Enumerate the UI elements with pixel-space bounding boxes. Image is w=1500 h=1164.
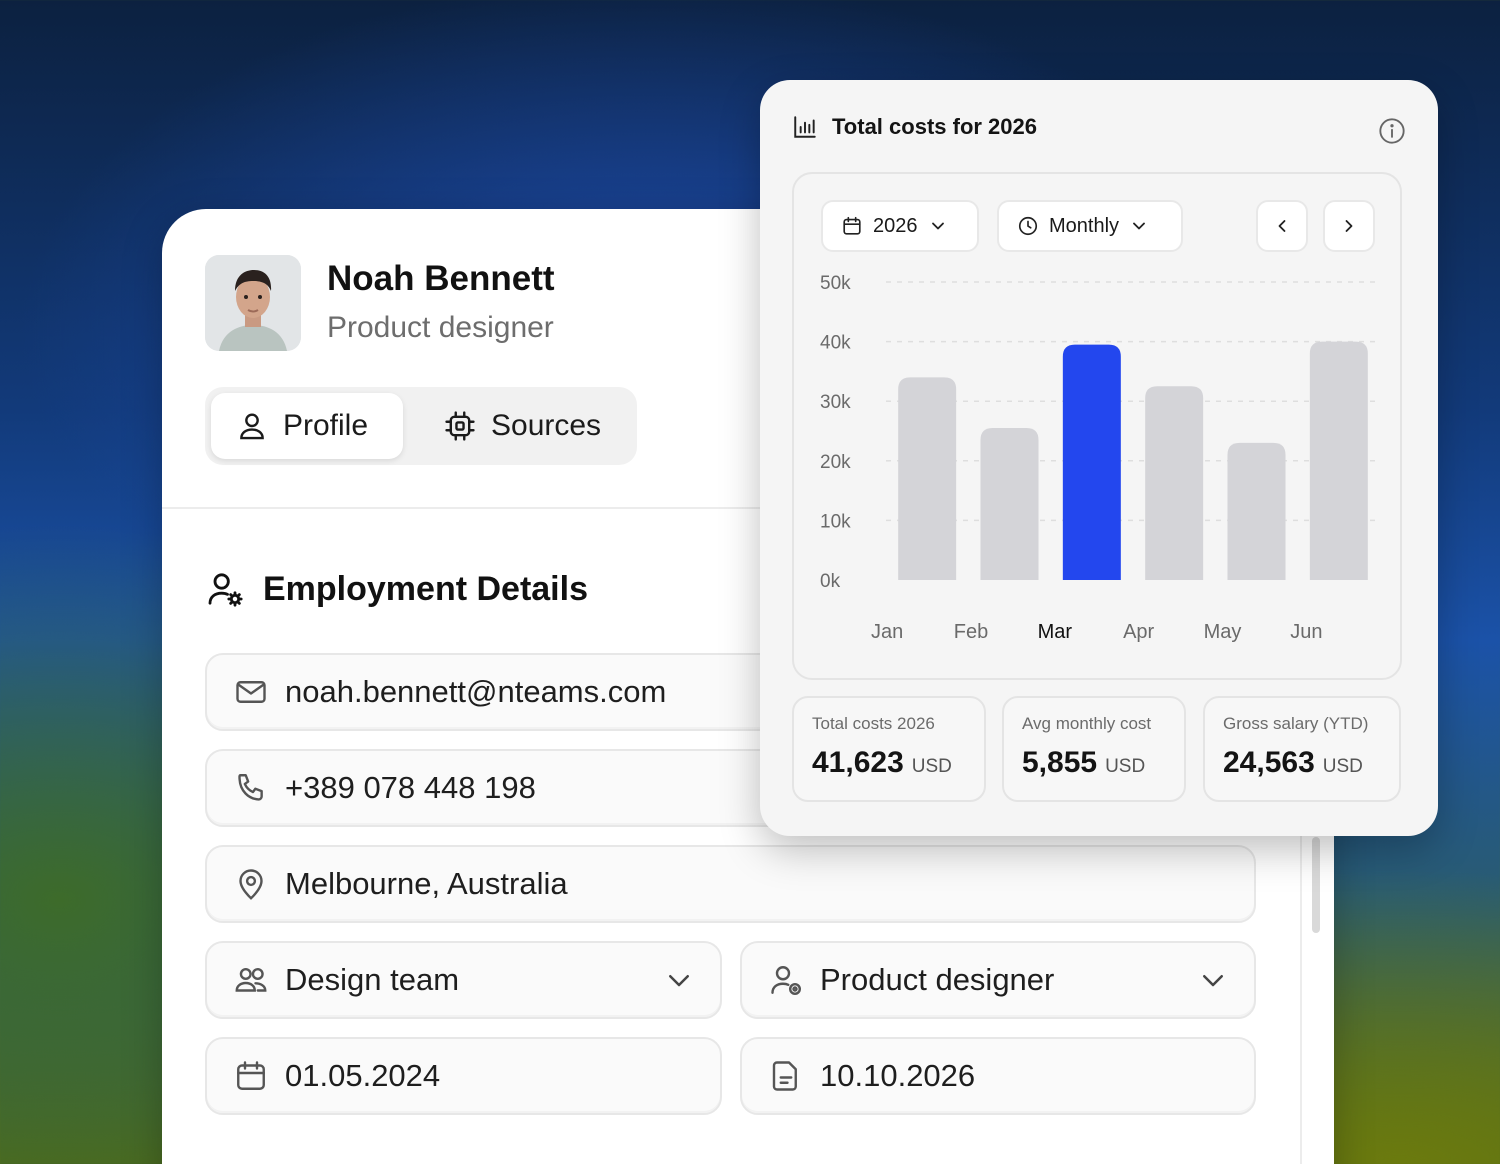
widget-title: Total costs for 2026 — [832, 114, 1037, 139]
stat-gross-salary: Gross salary (YTD) 24,563 USD — [1203, 696, 1401, 802]
period-select-value: Monthly — [1049, 214, 1120, 237]
bar-feb[interactable] — [980, 428, 1039, 580]
clock-icon — [1017, 215, 1039, 237]
location-value: Melbourne, Australia — [285, 866, 568, 901]
stat-label: Total costs 2026 — [812, 714, 935, 733]
chart-panel: 2026 Monthly 50k 40k 30k 20k 10k 0k Jan … — [792, 172, 1402, 680]
chevron-down-icon — [928, 216, 948, 236]
x-tick-label: May — [1204, 621, 1242, 643]
phone-icon — [233, 770, 269, 806]
position-value: Product designer — [820, 962, 1055, 997]
tab-profile[interactable]: Profile — [211, 393, 403, 459]
widget-header: Total costs for 2026 — [792, 114, 1037, 140]
y-tick-label: 40k — [820, 333, 851, 354]
calendar-icon — [841, 215, 863, 237]
stat-avg-monthly: Avg monthly cost 5,855 USD — [1002, 696, 1186, 802]
year-select-value: 2026 — [873, 214, 918, 237]
x-tick-label: Apr — [1123, 621, 1154, 643]
chevron-left-icon — [1272, 216, 1292, 236]
start-date-value: 01.05.2024 — [285, 1058, 441, 1093]
chip-icon — [443, 409, 477, 443]
bar-chart-icon — [792, 114, 818, 140]
team-select[interactable]: Design team — [205, 941, 722, 1019]
bar-mar[interactable] — [1062, 344, 1121, 580]
x-tick-label: Mar — [1038, 621, 1073, 643]
tab-label: Sources — [491, 409, 602, 442]
user-settings-icon — [205, 569, 245, 609]
info-icon[interactable] — [1378, 117, 1406, 145]
profile-name: Noah Bennett — [327, 259, 555, 298]
year-select[interactable]: 2026 — [821, 200, 979, 252]
chevron-right-icon — [1339, 216, 1359, 236]
stat-value: 24,563 USD — [1223, 746, 1381, 780]
team-value: Design team — [285, 962, 460, 997]
stat-value: 41,623 USD — [812, 746, 966, 780]
stat-label: Gross salary (YTD) — [1223, 714, 1369, 733]
cost-bar-chart: 50k 40k 30k 20k 10k 0k Jan Feb Mar Apr May Jun — [820, 273, 1380, 643]
profile-role: Product designer — [327, 311, 554, 344]
x-tick-label: Jun — [1290, 621, 1322, 643]
avatar — [205, 255, 301, 351]
position-select[interactable]: Product designer — [740, 941, 1256, 1019]
costs-widget: Total costs for 2026 2026 Monthly 50k 40… — [760, 80, 1438, 836]
stat-number: 41,623 — [812, 746, 904, 779]
section-title-text: Employment Details — [263, 569, 588, 608]
y-tick-label: 10k — [820, 511, 851, 532]
employment-section-title: Employment Details — [205, 569, 588, 609]
user-settings-icon — [768, 962, 804, 998]
stat-number: 24,563 — [1223, 746, 1315, 779]
stat-number: 5,855 — [1022, 746, 1098, 779]
y-tick-label: 30k — [820, 392, 851, 413]
y-tick-label: 0k — [820, 571, 841, 592]
next-button[interactable] — [1323, 200, 1375, 252]
profile-tabs: Profile Sources — [205, 387, 637, 465]
calendar-icon — [233, 1058, 269, 1094]
end-date-field[interactable]: 10.10.2026 — [740, 1037, 1256, 1115]
bar-jan[interactable] — [898, 377, 957, 580]
stat-unit: USD — [911, 756, 952, 777]
end-date-value: 10.10.2026 — [820, 1058, 976, 1093]
divider — [162, 507, 762, 509]
prev-button[interactable] — [1256, 200, 1308, 252]
location-field[interactable]: Melbourne, Australia — [205, 845, 1256, 923]
mail-icon — [233, 674, 269, 710]
chevron-down-icon — [1198, 965, 1228, 995]
stat-label: Avg monthly cost — [1022, 714, 1152, 733]
bar-may[interactable] — [1227, 442, 1286, 580]
x-tick-label: Feb — [954, 621, 988, 643]
location-pin-icon — [233, 866, 269, 902]
user-icon — [235, 409, 269, 443]
stat-unit: USD — [1322, 756, 1363, 777]
scrollbar-thumb[interactable] — [1312, 837, 1320, 933]
tab-label: Profile — [283, 409, 369, 442]
users-icon — [233, 962, 269, 998]
stat-unit: USD — [1105, 756, 1146, 777]
y-tick-label: 20k — [820, 452, 851, 473]
tab-sources[interactable]: Sources — [419, 393, 629, 459]
bar-jun[interactable] — [1309, 341, 1368, 580]
stat-total-costs: Total costs 2026 41,623 USD — [792, 696, 986, 802]
chevron-down-icon — [1129, 216, 1149, 236]
start-date-field[interactable]: 01.05.2024 — [205, 1037, 722, 1115]
period-select[interactable]: Monthly — [997, 200, 1183, 252]
chevron-down-icon — [664, 965, 694, 995]
document-icon — [768, 1058, 804, 1094]
x-tick-label: Jan — [871, 621, 903, 643]
bar-apr[interactable] — [1145, 386, 1204, 580]
stat-value: 5,855 USD — [1022, 746, 1166, 780]
y-tick-label: 50k — [820, 273, 851, 294]
